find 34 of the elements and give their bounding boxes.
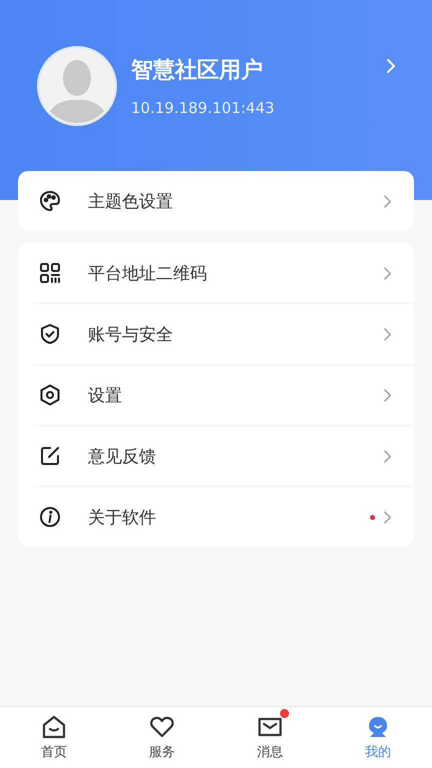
- shield-check-icon: [38, 322, 62, 346]
- heart-icon: [149, 714, 175, 740]
- qr-code-icon: [38, 261, 62, 285]
- chevron-right-icon: [383, 388, 392, 402]
- menu-label: 主题色设置: [88, 190, 174, 212]
- menu-item[interactable]: 账号与安全: [34, 303, 414, 364]
- menu-item[interactable]: 设置: [34, 364, 414, 425]
- chevron-right-icon: [383, 510, 392, 524]
- edit-icon: [38, 444, 62, 468]
- menu-item[interactable]: 平台地址二维码: [18, 243, 414, 303]
- info-icon: [38, 505, 62, 529]
- chevron-right-icon: [383, 266, 392, 280]
- tab-item[interactable]: 我的: [324, 707, 432, 768]
- tab-item[interactable]: 首页: [0, 707, 108, 768]
- user-name: 智慧社区用户: [131, 57, 264, 85]
- chevron-right-icon: [383, 326, 392, 342]
- chevron-right-icon: [383, 448, 392, 464]
- menu-label: 关于软件: [88, 506, 157, 528]
- avatar-icon: [37, 46, 117, 126]
- menu-label: 账号与安全: [88, 324, 174, 346]
- menu-label: 设置: [88, 384, 123, 406]
- menu-label: 平台地址二维码: [88, 262, 208, 284]
- chevron-right-icon: [383, 194, 392, 208]
- palette-icon: [38, 189, 62, 213]
- settings-icon: [38, 383, 62, 407]
- menu-item[interactable]: 主题色设置: [18, 171, 414, 231]
- tab-item[interactable]: 消息: [216, 707, 324, 768]
- home-icon: [41, 714, 67, 740]
- menu-item[interactable]: 关于软件: [34, 486, 414, 547]
- menu-item[interactable]: 意见反馈: [34, 425, 414, 486]
- tab-item[interactable]: 服务: [108, 707, 216, 768]
- server-address: 10.19.189.101:443: [131, 99, 276, 117]
- chevron-right-icon[interactable]: [386, 58, 396, 74]
- menu-label: 意见反馈: [88, 446, 157, 468]
